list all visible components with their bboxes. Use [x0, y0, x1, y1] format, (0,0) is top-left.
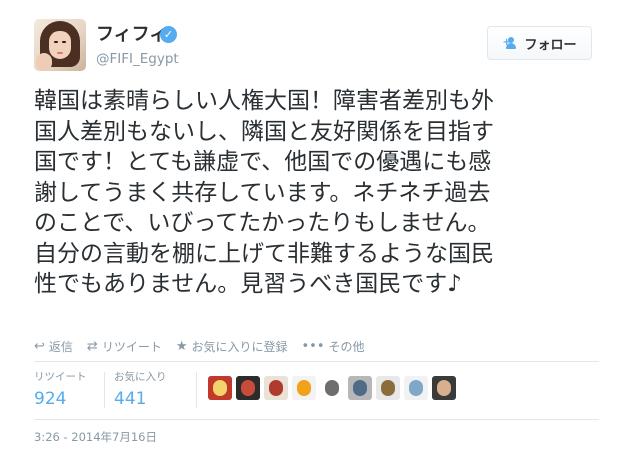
favoriter-avatar[interactable] — [320, 376, 344, 400]
add-user-icon: + — [502, 37, 518, 49]
favoriter-avatar[interactable] — [264, 376, 288, 400]
star-icon: ★ — [175, 339, 188, 354]
favoriter-avatar[interactable] — [348, 376, 372, 400]
favoriter-avatar[interactable] — [376, 376, 400, 400]
favoriter-avatar[interactable] — [432, 376, 456, 400]
retweet-label: リツイート — [101, 340, 162, 354]
favorite-count-value: 441 — [114, 389, 147, 409]
reply-icon: ↩ — [34, 339, 45, 354]
tweet-timestamp[interactable]: 3:26 - 2014年7月16日 — [34, 430, 157, 444]
reply-label: 返信 — [48, 340, 73, 354]
tweet-line: 謝してうまく共存しています。ネチネチ過去 — [34, 179, 491, 206]
favoriter-avatars — [208, 376, 456, 400]
more-action[interactable]: ••• その他 — [302, 339, 365, 355]
follow-button-label: フォロー — [524, 37, 577, 53]
favorite-count-stat[interactable]: お気に入り 441 — [114, 371, 167, 410]
tweet-line: 国人差別もないし、隣国と友好関係を目指す — [34, 118, 494, 145]
retweet-count-stat[interactable]: リツイート 924 — [34, 371, 87, 410]
verified-badge-icon: ✓ — [160, 26, 177, 43]
tweet-card: フィフィ ✓ @FIFI_Egypt + フォロー 韓国は素晴らしい人権大国！障… — [0, 0, 627, 473]
retweet-count-label: リツイート — [34, 371, 87, 383]
stat-separator — [196, 372, 197, 408]
retweet-action[interactable]: ⇄ リツイート — [87, 339, 162, 355]
tweet-actions: ↩ 返信 ⇄ リツイート ★ お気に入りに登録 ••• その他 — [34, 339, 379, 355]
retweet-icon: ⇄ — [86, 339, 98, 354]
user-handle[interactable]: @FIFI_Egypt — [96, 51, 179, 67]
tweet-text: 韓国は素晴らしい人権大国！障害者差別も外 国人差別もないし、隣国と友好関係を目指… — [34, 86, 599, 300]
reply-action[interactable]: ↩ 返信 — [34, 339, 73, 355]
retweet-count-value: 924 — [34, 389, 67, 409]
tweet-line: のことで、いびってたかったりもしません。 — [34, 210, 491, 236]
stat-separator — [104, 372, 105, 408]
favoriter-avatar[interactable] — [404, 376, 428, 400]
more-dots-icon: ••• — [301, 339, 325, 354]
favoriter-avatar[interactable] — [208, 376, 232, 400]
tweet-line: 韓国は素晴らしい人権大国！障害者差別も外 — [34, 88, 494, 114]
user-avatar[interactable] — [34, 19, 86, 71]
follow-button[interactable]: + フォロー — [487, 26, 592, 60]
favorite-label: お気に入りに登録 — [191, 340, 288, 354]
favoriter-avatar[interactable] — [236, 376, 260, 400]
favorite-action[interactable]: ★ お気に入りに登録 — [176, 339, 288, 355]
more-label: その他 — [328, 340, 365, 354]
divider — [34, 361, 599, 362]
favorite-count-label: お気に入り — [114, 371, 167, 383]
user-display-name[interactable]: フィフィ — [96, 24, 167, 46]
divider — [34, 419, 599, 420]
tweet-line: 性でもありません。見習うべき国民です♪ — [34, 271, 462, 297]
favoriter-avatar[interactable] — [292, 376, 316, 400]
tweet-line: 国です！とても謙虚で、他国での優遇にも感 — [34, 149, 492, 175]
tweet-line: 自分の言動を棚に上げて非難するような国民 — [34, 240, 494, 267]
